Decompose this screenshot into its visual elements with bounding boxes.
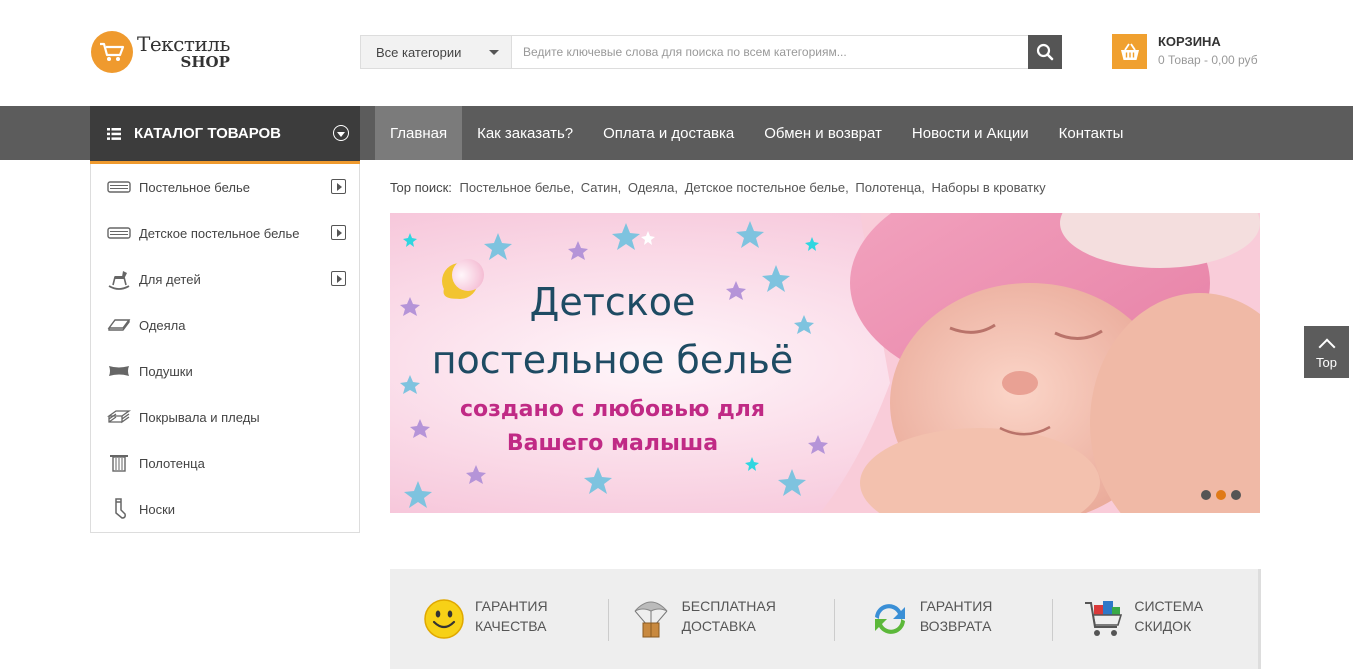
- shopping-cart-icon: [1085, 601, 1123, 636]
- feature-line-2: возврата: [919, 617, 992, 634]
- main-menu: Главная Как заказать? Оплата и доставка …: [375, 106, 1138, 160]
- feature-line-1: Гарантия: [919, 598, 993, 614]
- bedding-icon: [107, 175, 131, 199]
- scroll-top-button[interactable]: Top: [1304, 326, 1349, 378]
- feature-discounts: Система скидок: [1083, 597, 1203, 643]
- banner-line-3: создано с любовью для: [459, 397, 766, 422]
- slider-dot[interactable]: [1231, 490, 1241, 500]
- divider: [1052, 599, 1054, 641]
- cart-summary: 0 Товар - 0,00 руб: [1158, 53, 1258, 67]
- bedding-icon: [107, 221, 131, 245]
- cart-title: КОРЗИНА: [1158, 34, 1221, 49]
- catalog-button[interactable]: КАТАЛОГ ТОВАРОВ: [90, 106, 360, 164]
- menu-item-exchange-return[interactable]: Обмен и возврат: [749, 106, 897, 160]
- site-header: Текстиль SHOP Все категории КОРЗИНА 0: [0, 0, 1353, 106]
- search-input[interactable]: [512, 36, 1028, 68]
- feature-return: Гарантия возврата: [869, 597, 993, 643]
- search-button[interactable]: [1028, 35, 1062, 69]
- menu-item-news[interactable]: Новости и Акции: [897, 106, 1044, 160]
- divider: [607, 599, 609, 641]
- pillow-icon: [107, 359, 131, 383]
- refresh-arrows-icon: [874, 604, 905, 634]
- cart-logo-icon: [91, 31, 133, 73]
- top-search-link[interactable]: Детское постельное белье,: [685, 180, 849, 195]
- banner-line-2: постельное бельё: [431, 338, 794, 383]
- circle-chevron-down-icon: [333, 125, 349, 141]
- blanket-icon: [107, 313, 131, 337]
- banner-line-1: Детское: [529, 280, 696, 324]
- sidebar-item-label: Постельное белье: [139, 179, 250, 195]
- cart-widget[interactable]: КОРЗИНА 0 Товар - 0,00 руб: [1112, 34, 1292, 70]
- search-bar: Все категории: [360, 35, 1062, 69]
- sidebar-item-label: Полотенца: [139, 455, 205, 471]
- slider-dots: [1196, 490, 1241, 500]
- basket-icon: [1112, 34, 1147, 69]
- feature-line-1: Гарантия: [475, 598, 548, 614]
- sidebar-item-label: Покрывала и пледы: [139, 409, 260, 425]
- menu-item-contacts[interactable]: Контакты: [1044, 106, 1139, 160]
- feature-line-2: качества: [475, 617, 547, 634]
- sidebar-item-for-kids[interactable]: Для детей: [91, 256, 359, 302]
- rocking-horse-icon: [107, 267, 131, 291]
- chevron-right-icon[interactable]: [331, 225, 346, 240]
- banner-line-4: Вашего малыша: [506, 431, 719, 457]
- sidebar-item-towels[interactable]: Полотенца: [91, 440, 359, 486]
- feature-line-1: Система: [1134, 598, 1204, 614]
- chevron-up-icon: [1318, 338, 1335, 355]
- sock-icon: [107, 497, 131, 521]
- sidebar-item-bedspreads[interactable]: Покрывала и пледы: [91, 394, 359, 440]
- menu-item-home[interactable]: Главная: [375, 106, 463, 160]
- chevron-right-icon[interactable]: [331, 271, 346, 286]
- sidebar-item-label: Детское постельное белье: [139, 225, 300, 241]
- search-icon: [1036, 43, 1054, 61]
- feature-quality: Гарантия качества: [424, 597, 548, 643]
- caret-down-icon: [489, 50, 499, 55]
- bedspread-icon: [107, 405, 131, 429]
- towel-icon: [107, 451, 131, 475]
- logo-title: Текстиль: [137, 32, 230, 56]
- sidebar-item-kids-bedding[interactable]: Детское постельное белье: [91, 210, 359, 256]
- parachute-box-icon: [634, 601, 667, 638]
- sidebar-item-label: Для детей: [139, 271, 201, 287]
- features-strip: Гарантия качества Бесплатная доставка Га…: [390, 569, 1261, 669]
- sidebar-item-socks[interactable]: Носки: [91, 486, 359, 532]
- sidebar-item-label: Одеяла: [139, 317, 186, 333]
- sidebar-item-label: Носки: [139, 501, 176, 517]
- top-search-links: Top поиск: Постельное белье, Сатин, Одея…: [390, 180, 1049, 195]
- sidebar-item-blankets[interactable]: Одеяла: [91, 302, 359, 348]
- feature-line-2: доставка: [681, 617, 756, 634]
- logo-subtitle: SHOP: [180, 53, 230, 71]
- catalog-label: КАТАЛОГ ТОВАРОВ: [134, 125, 282, 142]
- top-search-link[interactable]: Полотенца,: [855, 180, 924, 195]
- feature-line-1: Бесплатная: [681, 598, 776, 614]
- catalog-sidebar: Постельное белье Детское постельное бель…: [90, 164, 360, 533]
- top-search-link[interactable]: Одеяла,: [628, 180, 678, 195]
- top-search-label: Top поиск:: [390, 180, 452, 195]
- sidebar-item-pillows[interactable]: Подушки: [91, 348, 359, 394]
- scroll-top-label: Top: [1316, 354, 1337, 370]
- sidebar-item-label: Подушки: [139, 363, 193, 379]
- main-navbar: КАТАЛОГ ТОВАРОВ Главная Как заказать? Оп…: [0, 106, 1353, 164]
- banner-headline: Детское постельное бельё: [420, 273, 805, 389]
- top-search-link[interactable]: Сатин,: [581, 180, 622, 195]
- site-logo[interactable]: Текстиль SHOP: [91, 30, 241, 74]
- banner-subheadline: создано с любовью для Вашего малыша: [420, 393, 805, 461]
- divider: [833, 599, 835, 641]
- slider-dot[interactable]: [1201, 490, 1211, 500]
- chevron-right-icon[interactable]: [331, 179, 346, 194]
- menu-item-payment-delivery[interactable]: Оплата и доставка: [588, 106, 749, 160]
- hero-banner-slider[interactable]: Детское постельное бельё создано с любов…: [390, 213, 1260, 513]
- smiley-icon: [424, 599, 464, 639]
- feature-line-2: скидок: [1134, 617, 1192, 634]
- sidebar-item-bedding[interactable]: Постельное белье: [91, 164, 359, 210]
- top-search-link[interactable]: Наборы в кроватку: [931, 180, 1045, 195]
- search-category-value: Все категории: [376, 44, 462, 60]
- top-search-link[interactable]: Постельное белье,: [460, 180, 575, 195]
- menu-item-how-to-order[interactable]: Как заказать?: [462, 106, 588, 160]
- slider-dot-active[interactable]: [1216, 490, 1226, 500]
- search-category-select[interactable]: Все категории: [361, 36, 512, 68]
- feature-delivery: Бесплатная доставка: [631, 597, 776, 643]
- list-icon: [107, 127, 121, 140]
